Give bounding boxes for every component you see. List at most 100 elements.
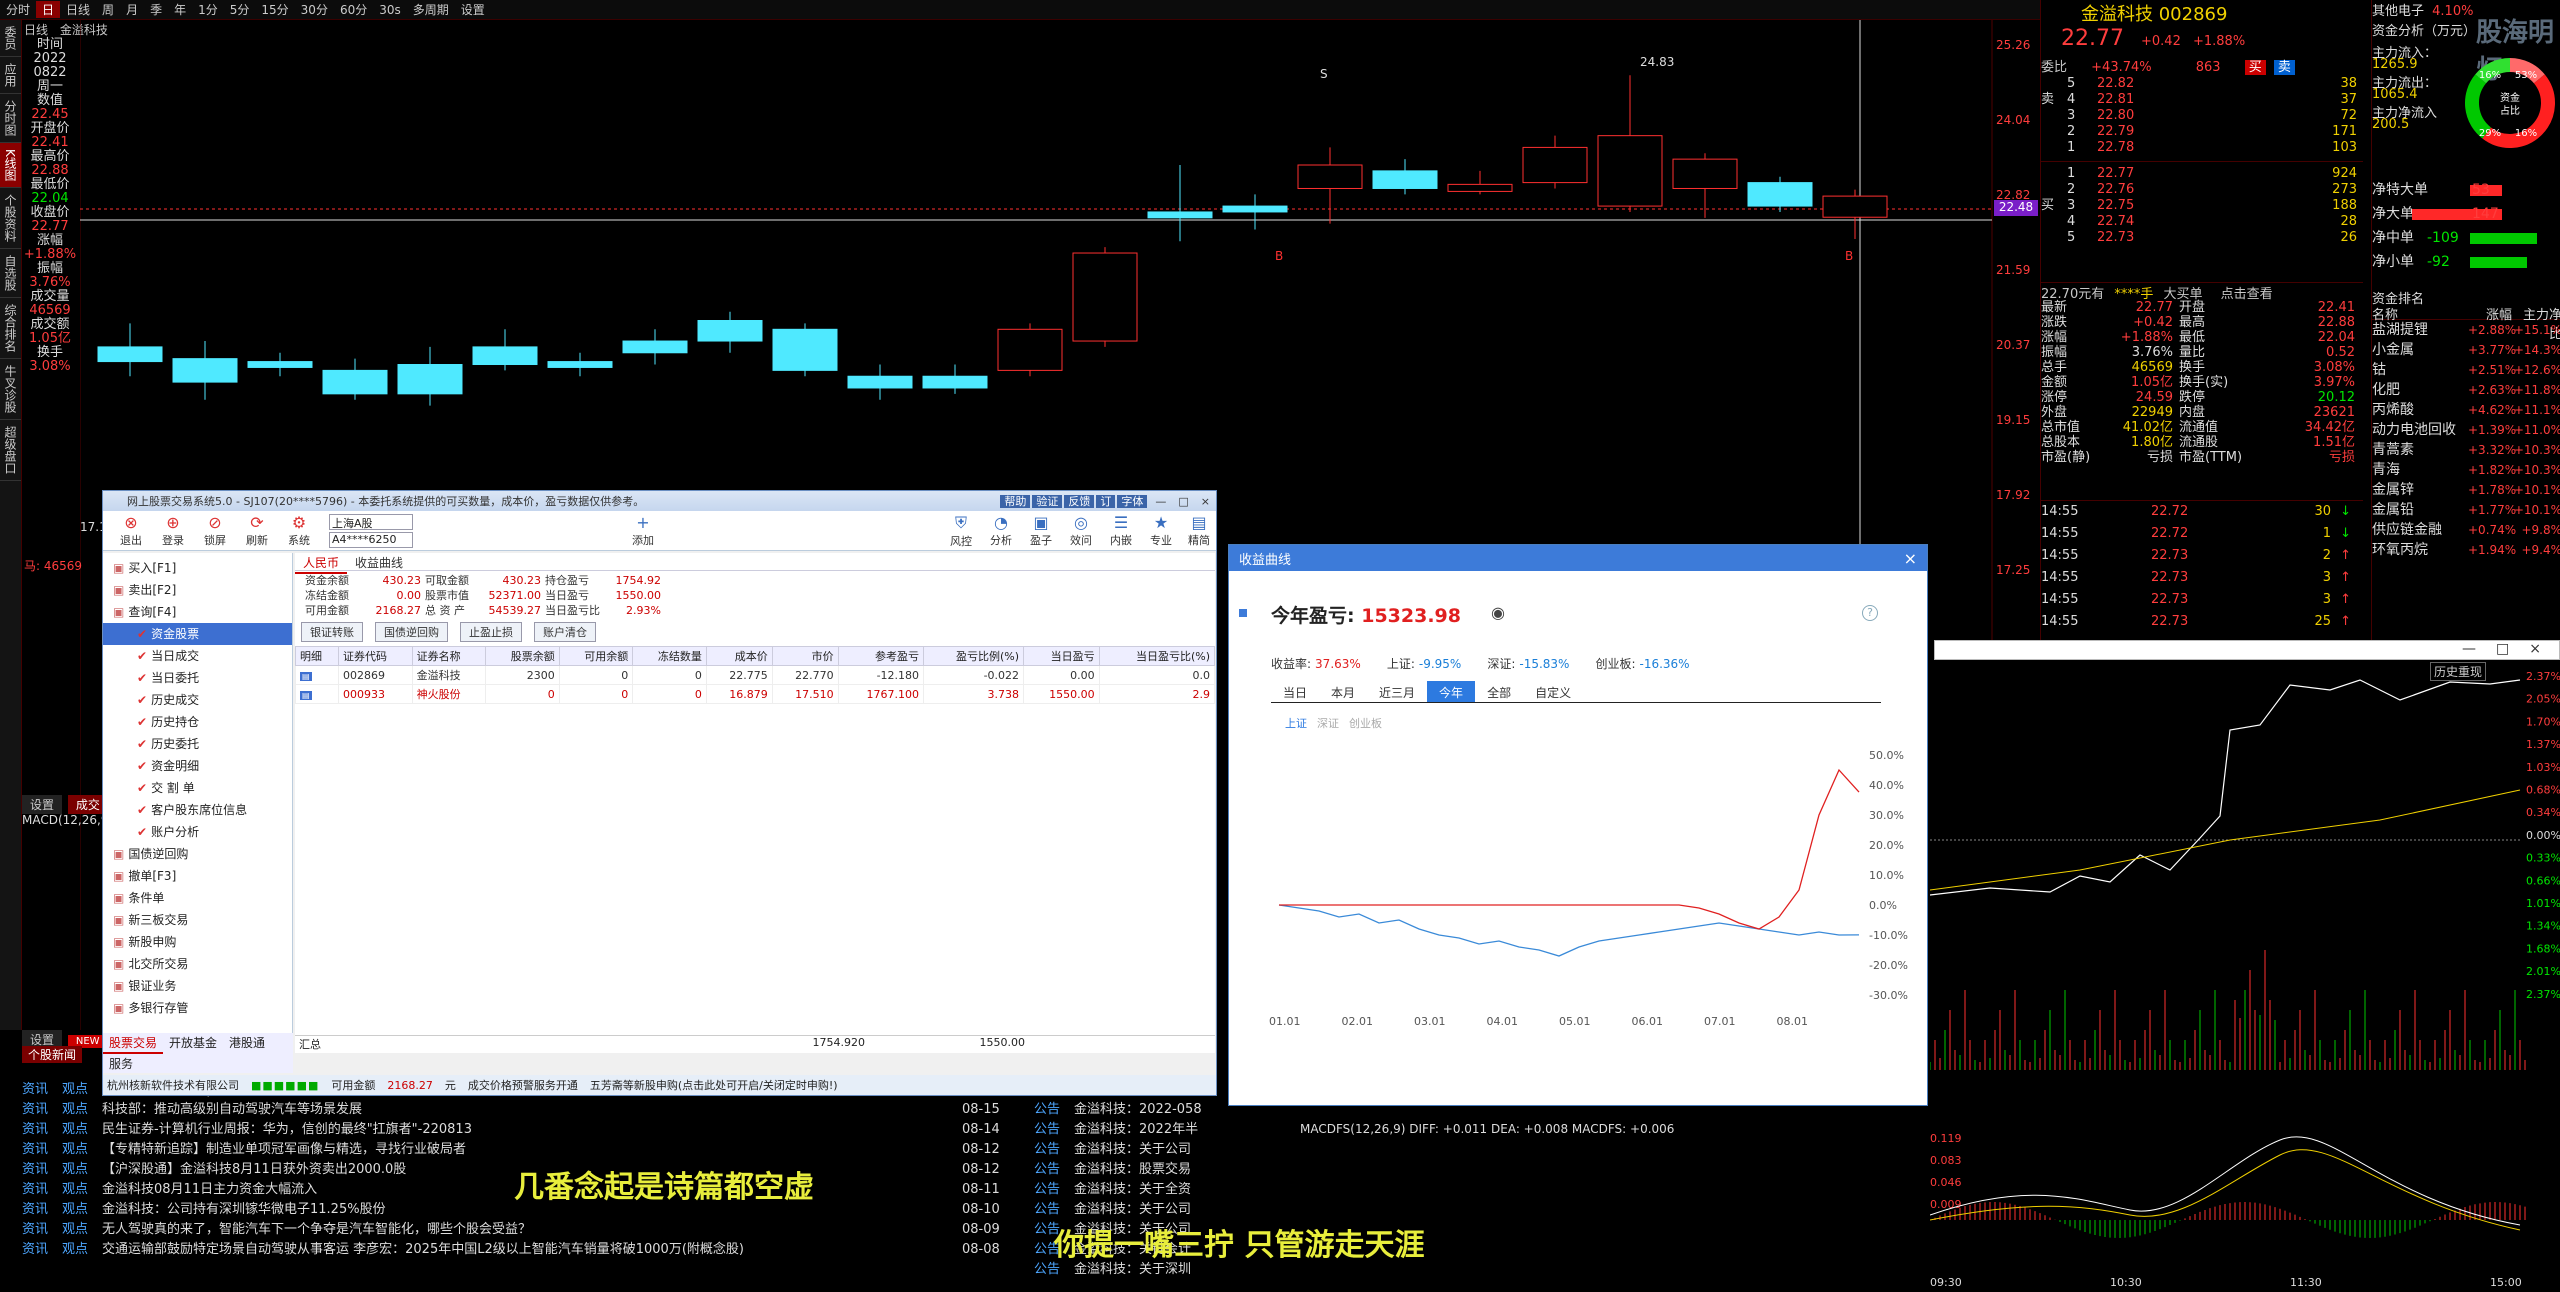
rank-header-1[interactable]: 涨幅 [2468,304,2512,323]
settings-tab[interactable]: 设置 [22,795,63,814]
col-header-6[interactable]: 成本价 [705,646,773,666]
eye-icon[interactable]: ◉ [1491,603,1505,622]
menu-item-6[interactable]: ✔ 历史成交 [103,689,292,711]
rank-row-10[interactable]: 供应链金融 +0.74% +9.8% [2372,520,2560,540]
period-2[interactable]: 日线 [60,1,96,18]
title-button-0[interactable]: 帮助 [1000,495,1031,508]
period-1[interactable]: 日 [36,1,61,18]
menu-item-10[interactable]: ✔ 交 割 单 [103,777,292,799]
menu-item-1[interactable]: ▣ 卖出[F2] [103,579,292,601]
toolbar-btn-3[interactable]: ⟳ 刷新 [237,513,277,548]
toolbar-btn-5[interactable]: + 添加 [623,513,663,548]
news-title[interactable]: 【专精特新追踪】制造业单项冠军画像与精选，寻找行业破局者 [102,1140,962,1160]
legend-item-1[interactable]: 深证 [1317,715,1339,731]
history-replay-button[interactable]: 历史重现 [2430,662,2487,681]
menu-item-12[interactable]: ✔ 账户分析 [103,821,292,843]
position-row[interactable]: ▤ 002869 金溢科技 2300 0 0 22.775 22.770 -12.180 -0.0… [294,665,1216,685]
action-button-2[interactable]: 止盈止损 [460,622,522,642]
news-title[interactable]: 交通运输部鼓励特定场景自动驾驶从事客运 李彦宏：2025年中国L2级以上智能汽车… [102,1240,962,1260]
detail-icon[interactable]: ▤ [294,684,340,704]
title-button-1[interactable]: 验证 [1032,495,1063,508]
close-icon[interactable]: × [1894,549,1927,568]
period-9[interactable]: 15分 [255,1,294,18]
menu-item-8[interactable]: ✔ 历史委托 [103,733,292,755]
menu-item-20[interactable]: ▣ 多银行存管 [103,997,292,1019]
left-tab-5[interactable]: 自选股 [0,249,21,298]
news-row-8[interactable]: 资讯 观点 交通运输部鼓励特定场景自动驾驶从事客运 李彦宏：2025年中国L2级以上… [22,1240,1012,1260]
rank-row-0[interactable]: 盐湖提锂 +2.88% +15.1% [2372,320,2560,340]
menu-item-5[interactable]: ✔ 当日委托 [103,667,292,689]
col-header-3[interactable]: 股票余额 [485,646,560,666]
ann-title[interactable]: 金溢科技：关于公司 [1074,1140,1240,1160]
ann-row-4[interactable]: 公告 金溢科技：关于全资 [1034,1180,1240,1200]
close-icon[interactable]: × [1195,495,1216,508]
status-msg1[interactable]: 成交价格预警服务开通 [468,1077,578,1093]
left-tab-6[interactable]: 综合排名 [0,298,21,359]
left-tab-1[interactable]: 应用 [0,57,21,94]
menu-item-19[interactable]: ▣ 银证业务 [103,975,292,997]
account-select[interactable]: A4****6250 [329,532,413,548]
action-button-3[interactable]: 账户清仓 [534,622,596,642]
ann-title[interactable]: 金溢科技：关于全资 [1074,1180,1240,1200]
rank-row-5[interactable]: 动力电池回收 +1.39% +11.0% [2372,420,2560,440]
menu-item-17[interactable]: ▣ 新股申购 [103,931,292,953]
news-row-1[interactable]: 资讯 观点 科技部：推动高级别自动驾驶汽车等场景发展 08-15 [22,1100,1012,1120]
toolbar-btn-9[interactable]: ◎ 效问 [1061,513,1101,548]
col-header-2[interactable]: 证券名称 [411,646,487,666]
left-tab-7[interactable]: 牛叉诊股 [0,359,21,420]
menu-item-7[interactable]: ✔ 历史持仓 [103,711,292,733]
menu-item-18[interactable]: ▣ 北交所交易 [103,953,292,975]
left-tab-2[interactable]: 分时图 [0,94,21,143]
col-header-10[interactable]: 当日盈亏 [1023,646,1100,666]
toolbar-btn-7[interactable]: ◔ 分析 [981,513,1021,548]
menu-item-9[interactable]: ✔ 资金明细 [103,755,292,777]
col-header-7[interactable]: 市价 [771,646,839,666]
news-row-3[interactable]: 资讯 观点 【专精特新追踪】制造业单项冠军画像与精选，寻找行业破局者 08-12 [22,1140,1012,1160]
ann-row-5[interactable]: 公告 金溢科技：关于公司 [1034,1200,1240,1220]
position-row[interactable]: ▤ 000933 神火股份 0 0 0 16.879 17.510 1767.100 3.738 1… [294,684,1216,704]
action-button-0[interactable]: 银证转账 [301,622,363,642]
period-6[interactable]: 年 [168,1,192,18]
menu-item-16[interactable]: ▣ 新三板交易 [103,909,292,931]
market-select[interactable]: 上海A股 [329,514,413,530]
menu-item-3[interactable]: ✔ 资金股票 [103,623,292,645]
title-button-2[interactable]: 反馈 [1064,495,1095,508]
ann-row-1[interactable]: 公告 金溢科技：2022年半 [1034,1120,1240,1140]
news-title[interactable]: 科技部：推动高级别自动驾驶汽车等场景发展 [102,1100,962,1120]
menu-item-0[interactable]: ▣ 买入[F1] [103,557,292,579]
rank-row-7[interactable]: 青海 +1.82% +10.3% [2372,460,2560,480]
col-header-1[interactable]: 证券代码 [338,646,413,666]
toolbar-btn-4[interactable]: ⚙ 系统 [279,513,319,548]
news-row-7[interactable]: 资讯 观点 无人驾驶真的来了，智能汽车下一个争夺是汽车智能化，哪些个股会受益？ 08-… [22,1220,1012,1240]
toolbar-btn-10[interactable]: ☰ 内嵌 [1101,513,1141,548]
period-11[interactable]: 60分 [334,1,373,18]
toolbar-btn-8[interactable]: ▣ 盈子 [1021,513,1061,548]
status-msg2[interactable]: 五芳斋等新股申购(点击此处可开启/关闭定时申购!) [590,1077,838,1093]
toolbar-btn-0[interactable]: ⊗ 退出 [111,513,151,548]
content-tab-1[interactable]: 收益曲线 [347,553,411,572]
ann-row-3[interactable]: 公告 金溢科技：股票交易 [1034,1160,1240,1180]
restore-icon[interactable]: □ [1172,495,1194,508]
col-header-11[interactable]: 当日盈亏比(%) [1098,646,1216,666]
stock-news-tab[interactable]: 个股新闻 [22,1046,83,1063]
ann-title[interactable]: 金溢科技：2022-058 [1074,1100,1240,1120]
rank-row-3[interactable]: 化肥 +2.63% +11.8% [2372,380,2560,400]
close-icon[interactable]: × [2529,641,2541,659]
rank-header-2[interactable]: 主力净比 [2512,304,2560,342]
left-tab-4[interactable]: 个股资料 [0,188,21,249]
trade-bottom-tab-3[interactable]: 服务 [103,1054,139,1073]
period-7[interactable]: 1分 [192,1,224,18]
menu-item-15[interactable]: ▣ 条件单 [103,887,292,909]
period-8[interactable]: 5分 [224,1,256,18]
period-0[interactable]: 分时 [0,1,36,18]
toolbar-btn-1[interactable]: ⊕ 登录 [153,513,193,548]
legend-item-2[interactable]: 创业板 [1349,715,1382,731]
period-12[interactable]: 30s [373,3,407,17]
trade-bottom-tab-2[interactable]: 港股通 [223,1033,271,1052]
restore-icon[interactable]: □ [2496,641,2509,659]
left-tab-3[interactable]: K线图 [0,143,21,188]
toolbar-btn-12[interactable]: ▤ 精简 [1179,513,1219,548]
menu-item-13[interactable]: ▣ 国债逆回购 [103,843,292,865]
period-13[interactable]: 多周期 [407,1,455,18]
period-tab-5[interactable]: 自定义 [1523,681,1583,702]
